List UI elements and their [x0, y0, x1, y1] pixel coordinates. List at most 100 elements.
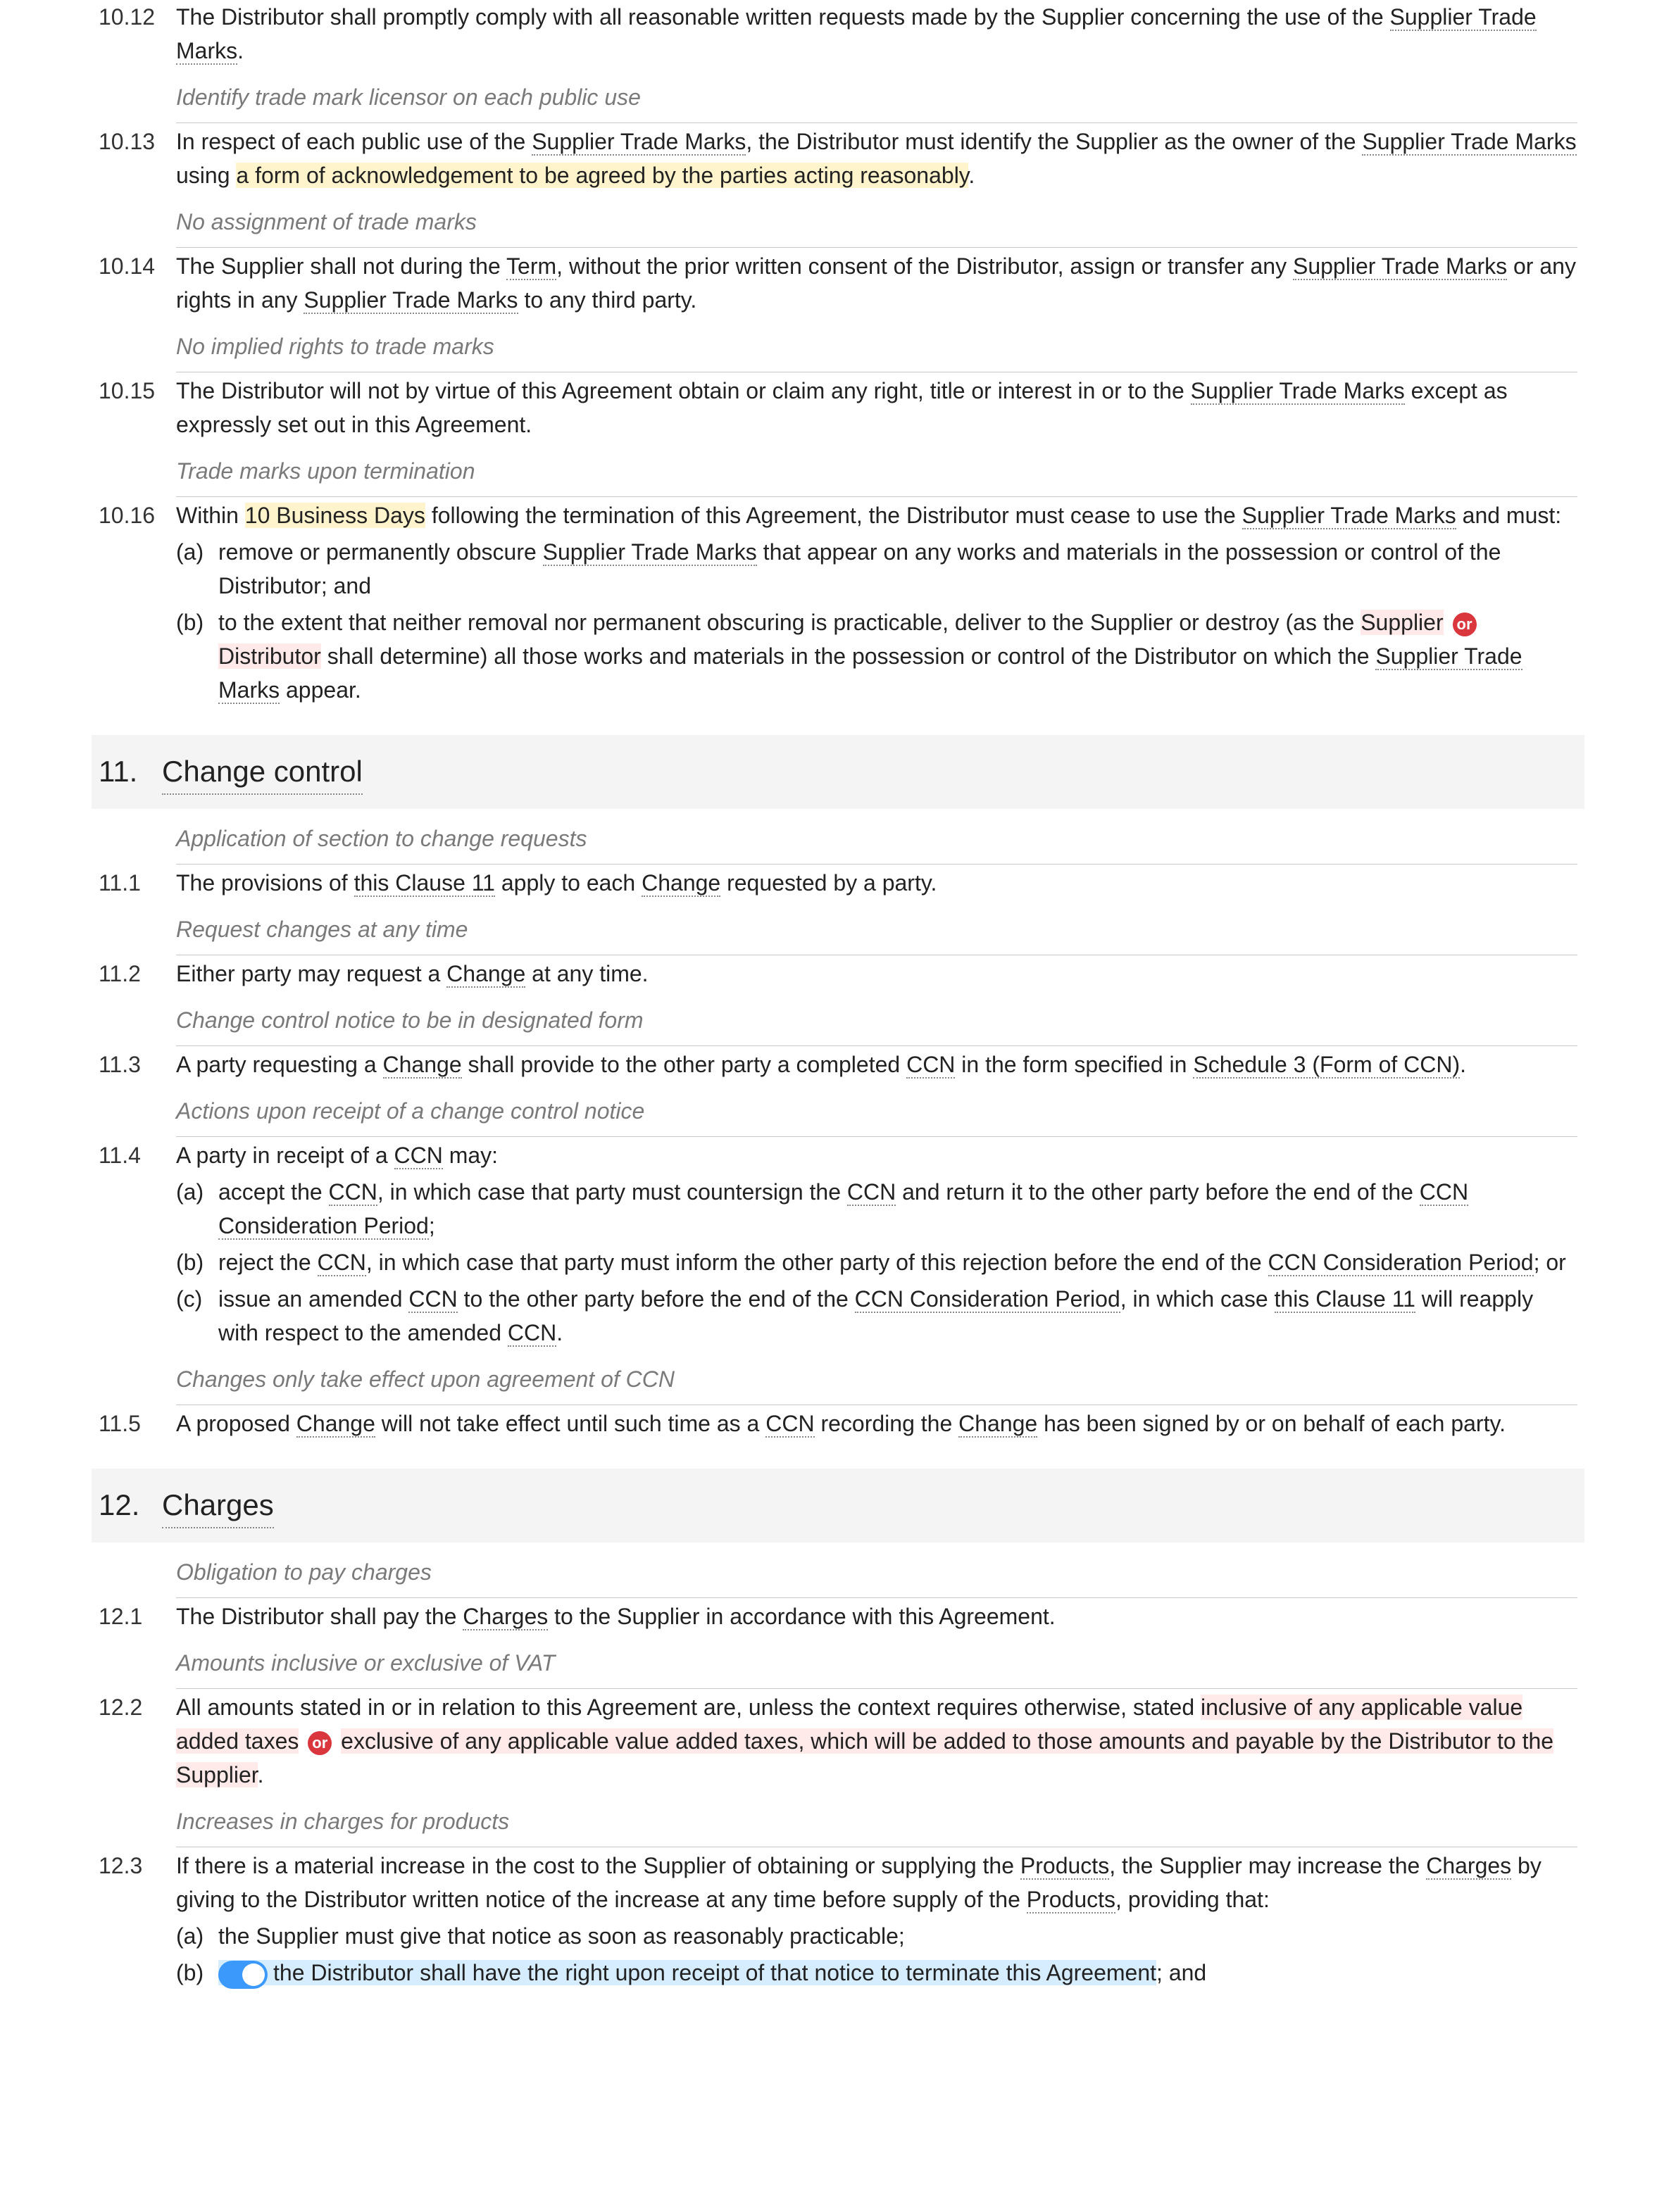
defined-term[interactable]: Change [383, 1052, 462, 1079]
defined-term[interactable]: CCN [329, 1179, 377, 1206]
clause-body: In respect of each public use of the Sup… [176, 125, 1577, 192]
clause-number: 10.13 [99, 125, 176, 192]
text: ; and [1156, 1960, 1206, 1985]
text: reject the [218, 1250, 318, 1275]
defined-term[interactable]: Change [446, 961, 525, 988]
defined-term[interactable]: Supplier Trade Marks [532, 129, 746, 156]
toggle-switch-icon[interactable] [218, 1961, 268, 1989]
sub-body: the Supplier must give that notice as so… [218, 1919, 1577, 1953]
sub-body: remove or permanently obscure Supplier T… [218, 535, 1577, 603]
text: at any time. [525, 961, 648, 986]
defined-term[interactable]: Charges [463, 1604, 548, 1630]
spacer [99, 1003, 176, 1048]
spacer [99, 205, 176, 249]
defined-term[interactable]: CCN [394, 1143, 443, 1169]
caption-row: Increases in charges for products [99, 1804, 1577, 1849]
defined-term[interactable]: CCN [318, 1250, 366, 1276]
highlight-editable[interactable]: 10 Business Days [245, 503, 425, 528]
defined-term[interactable]: Products [1020, 1853, 1109, 1880]
defined-term[interactable]: Change [642, 870, 720, 897]
highlight-option[interactable]: exclusive of any applicable value added … [176, 1728, 1553, 1787]
defined-term[interactable]: CCN [508, 1320, 556, 1347]
text: shall provide to the other party a compl… [462, 1052, 906, 1077]
caption-row: Trade marks upon termination [99, 454, 1577, 498]
text: and must: [1456, 503, 1561, 528]
section-title[interactable]: Charges [162, 1483, 274, 1528]
defined-term[interactable]: this Clause 11 [1275, 1286, 1415, 1313]
spacer [99, 1646, 176, 1690]
clause-10-14: 10.14 The Supplier shall not during the … [99, 249, 1577, 317]
text: and return it to the other party before … [896, 1179, 1420, 1205]
defined-term[interactable]: CCN Consideration Period [855, 1286, 1120, 1313]
defined-term[interactable]: CCN [906, 1052, 955, 1079]
clause-10-15: 10.15 The Distributor will not by virtue… [99, 374, 1577, 441]
clause-body: The Distributor will not by virtue of th… [176, 374, 1577, 441]
defined-term[interactable]: this Clause 11 [354, 870, 495, 897]
defined-term[interactable]: Products [1027, 1887, 1115, 1913]
caption-row: Changes only take effect upon agreement … [99, 1362, 1577, 1407]
defined-term[interactable]: CCN Consideration Period [1268, 1250, 1534, 1276]
text: Within [176, 503, 245, 528]
defined-term[interactable]: Schedule 3 (Form of CCN) [1193, 1052, 1460, 1079]
text: All amounts stated in or in relation to … [176, 1695, 1201, 1720]
clause-11-1: 11.1 The provisions of this Clause 11 ap… [99, 866, 1577, 900]
section-title[interactable]: Change control [162, 749, 363, 795]
text: . [237, 38, 244, 63]
defined-term[interactable]: Supplier Trade Marks [304, 287, 518, 314]
spacer [99, 1094, 176, 1138]
clause-number: 10.16 [99, 498, 176, 707]
clause-11-2: 11.2 Either party may request a Change a… [99, 957, 1577, 991]
text: A proposed [176, 1411, 296, 1436]
spacer [99, 1362, 176, 1407]
toggle-clause[interactable]: the Distributor shall have the right upo… [218, 1960, 1156, 1985]
highlight-option[interactable]: Supplier [1361, 610, 1443, 635]
clause-number: 12.3 [99, 1849, 176, 1990]
defined-term[interactable]: Change [296, 1411, 375, 1438]
spacer [99, 1804, 176, 1849]
text: requested by a party. [720, 870, 937, 896]
defined-term[interactable]: Term [506, 253, 556, 280]
text: the Distributor shall have the right upo… [273, 1960, 1156, 1985]
text: remove or permanently obscure [218, 539, 543, 565]
text: . [258, 1762, 264, 1787]
clause-number: 11.2 [99, 957, 176, 991]
clause-caption: No implied rights to trade marks [176, 329, 1577, 372]
defined-term[interactable]: Supplier Trade Marks [1191, 378, 1405, 405]
defined-term[interactable]: Change [958, 1411, 1037, 1438]
or-badge-icon[interactable]: or [308, 1731, 332, 1755]
clause-body: The Distributor shall pay the Charges to… [176, 1600, 1577, 1633]
defined-term[interactable]: CCN [847, 1179, 896, 1206]
or-badge-icon[interactable]: or [1453, 612, 1477, 636]
sub-clause-b: (b) reject the CCN, in which case that p… [176, 1245, 1577, 1279]
sub-clause-b: (b) to the extent that neither removal n… [176, 605, 1577, 707]
clause-11-3: 11.3 A party requesting a Change shall p… [99, 1048, 1577, 1081]
clause-caption: Actions upon receipt of a change control… [176, 1094, 1577, 1137]
caption-row: Amounts inclusive or exclusive of VAT [99, 1646, 1577, 1690]
text: , in which case that party must counters… [377, 1179, 847, 1205]
sub-clause-a: (a) remove or permanently obscure Suppli… [176, 535, 1577, 603]
text: If there is a material increase in the c… [176, 1853, 1020, 1878]
defined-term[interactable]: Supplier Trade Marks [1362, 129, 1576, 156]
text: , the Supplier may increase the [1109, 1853, 1426, 1878]
section-number: 12. [92, 1483, 162, 1527]
text: The provisions of [176, 870, 354, 896]
section-header-12: 12. Charges [92, 1469, 1584, 1542]
defined-term[interactable]: CCN [765, 1411, 814, 1438]
defined-term[interactable]: CCN [408, 1286, 457, 1313]
caption-row: Request changes at any time [99, 912, 1577, 957]
text: The Supplier shall not during the [176, 253, 506, 279]
defined-term[interactable]: Supplier Trade Marks [1293, 253, 1507, 280]
defined-term[interactable]: Charges [1426, 1853, 1511, 1880]
highlight-editable[interactable]: a form of acknowledgement to be agreed b… [236, 163, 968, 188]
sub-body: accept the CCN, in which case that party… [218, 1175, 1577, 1243]
clause-number: 10.14 [99, 249, 176, 317]
highlight-option[interactable]: Distributor [218, 643, 321, 669]
defined-term[interactable]: Supplier Trade Marks [1242, 503, 1456, 529]
section-header-11: 11. Change control [92, 735, 1584, 809]
defined-term[interactable]: Supplier Trade Marks [543, 539, 757, 566]
clause-body: A party in receipt of a CCN may: (a) acc… [176, 1138, 1577, 1350]
clause-11-5: 11.5 A proposed Change will not take eff… [99, 1407, 1577, 1440]
text: may: [443, 1143, 498, 1168]
caption-row: Change control notice to be in designate… [99, 1003, 1577, 1048]
clause-10-13: 10.13 In respect of each public use of t… [99, 125, 1577, 192]
